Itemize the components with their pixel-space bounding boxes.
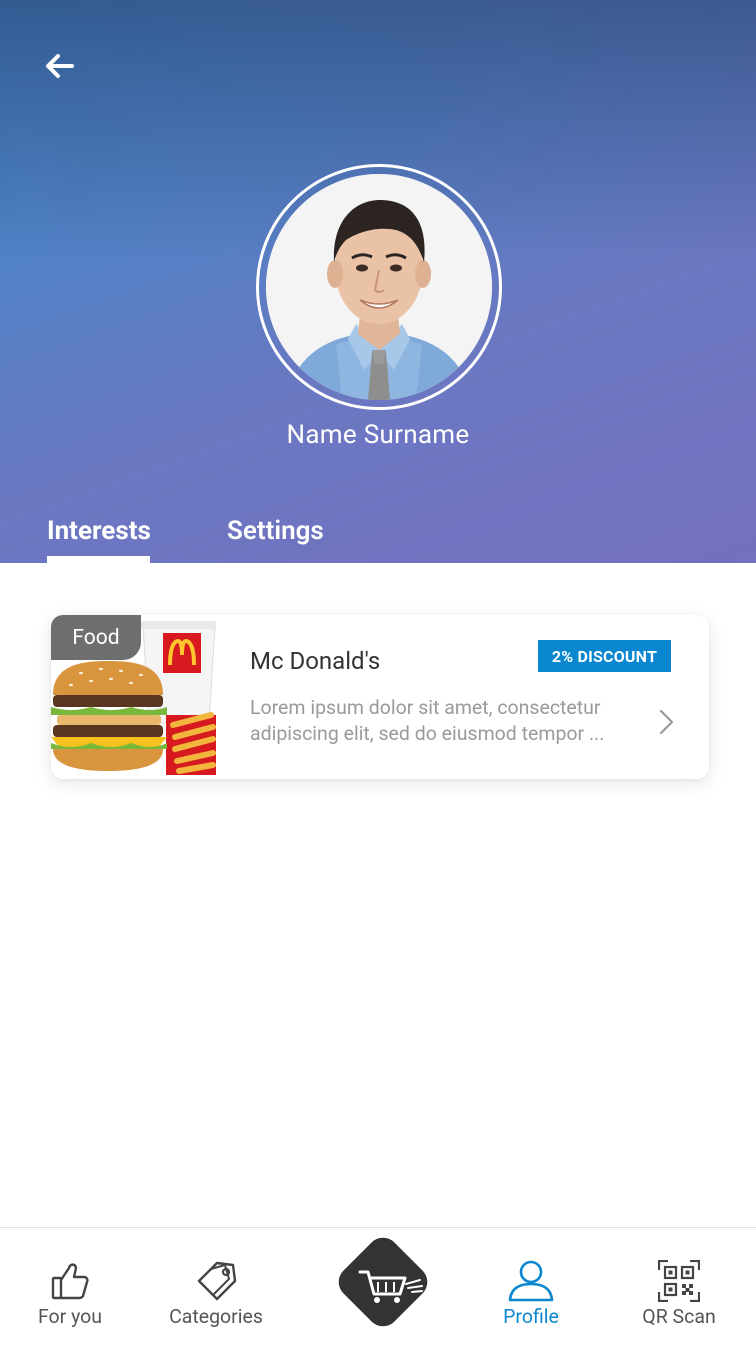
tab-interests[interactable]: Interests [47, 516, 151, 546]
discount-badge: 2% DISCOUNT [538, 640, 671, 672]
user-icon [508, 1260, 554, 1302]
nav-label-categories: Categories [169, 1305, 263, 1328]
interest-card[interactable]: Food Mc Donald's 2% DISCOUNT Lorem ipsum… [51, 615, 709, 779]
nav-label-for-you: For you [37, 1305, 103, 1328]
qr-code-icon [658, 1260, 700, 1302]
nav-label-profile: Profile [503, 1305, 559, 1328]
nav-profile[interactable]: Profile [481, 1228, 581, 1346]
tab-settings[interactable]: Settings [227, 516, 324, 546]
card-description: Lorem ipsum dolor sit amet, consectetur … [250, 696, 605, 745]
chevron-right-icon [659, 709, 674, 735]
profile-name: Name Surname [286, 420, 470, 450]
thumbs-up-icon [51, 1263, 89, 1300]
avatar[interactable] [266, 174, 492, 400]
nav-qr-scan[interactable]: QR Scan [630, 1228, 728, 1346]
avatar-portrait [266, 174, 492, 400]
arrow-left-icon [46, 54, 74, 78]
back-button[interactable] [40, 46, 80, 86]
cart-icon[interactable] [356, 1266, 426, 1308]
tag-icon [197, 1261, 237, 1301]
profile-header: Name Surname Interests Settings [0, 0, 756, 563]
card-title: Mc Donald's [250, 647, 381, 675]
nav-categories[interactable]: Categories [160, 1228, 272, 1346]
category-tag: Food [51, 615, 141, 660]
nav-label-qr-scan: QR Scan [642, 1305, 716, 1328]
nav-for-you[interactable]: For you [20, 1228, 120, 1346]
active-tab-indicator [47, 556, 150, 563]
